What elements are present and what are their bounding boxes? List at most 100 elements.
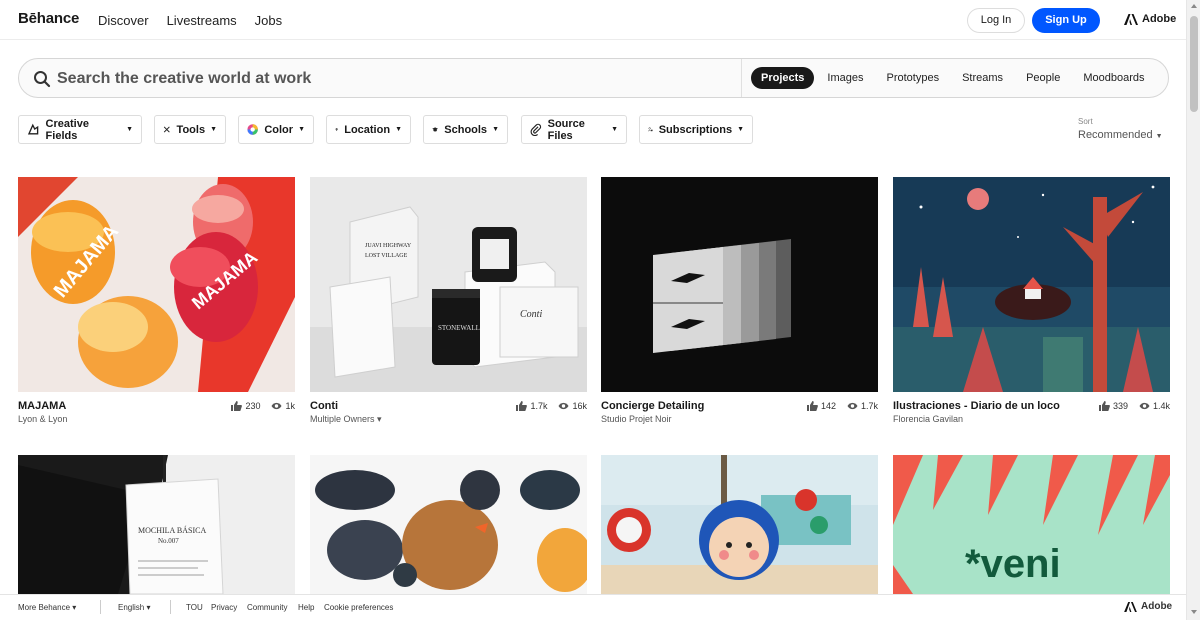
footer-adobe-link[interactable]: Adobe	[1124, 601, 1172, 612]
creative-fields-icon	[27, 123, 39, 135]
footer-bar: More Behance ▾ English ▾ TOU Privacy Com…	[0, 594, 1186, 620]
footer-divider	[170, 600, 171, 614]
tab-streams[interactable]: Streams	[952, 67, 1013, 89]
filter-label: Source Files	[547, 117, 585, 142]
project-card[interactable]	[310, 455, 587, 594]
svg-text:JUAVI HIGHWAY: JUAVI HIGHWAY	[365, 243, 412, 249]
adobe-icon	[1124, 13, 1138, 25]
view-count: 16k	[572, 401, 587, 411]
project-meta: MAJAMA Lyon & Lyon 230 1k	[18, 392, 295, 424]
adobe-link[interactable]: Adobe	[1124, 13, 1176, 25]
like-count: 1.7k	[530, 401, 548, 411]
footer-link-community[interactable]: Community	[247, 603, 287, 612]
eye-icon	[558, 402, 569, 410]
chevron-down-icon: ▼	[298, 126, 305, 133]
project-card[interactable]: Ilustraciones - Diario de un loco Floren…	[893, 177, 1170, 424]
scroll-down-icon[interactable]	[1191, 610, 1197, 614]
page-scrollbar[interactable]	[1186, 0, 1200, 620]
project-title[interactable]: Concierge Detailing	[601, 400, 704, 412]
filter-label: Tools	[176, 123, 206, 136]
filter-creative-fields[interactable]: Creative Fields ▼	[18, 115, 142, 144]
project-owner[interactable]: Florencia Gavilan	[893, 414, 963, 424]
sort-value: Recommended	[1078, 129, 1153, 141]
search-divider	[741, 59, 742, 97]
language-selector[interactable]: English ▾	[118, 603, 150, 612]
project-meta: Conti Multiple Owners ▾ 1.7k 16k	[310, 392, 587, 425]
search-tabs: Projects Images Prototypes Streams Peopl…	[751, 67, 1157, 89]
project-card[interactable]	[601, 455, 878, 594]
sort-dropdown[interactable]: Recommended ▼	[1078, 129, 1163, 141]
project-card[interactable]: Concierge Detailing Studio Projet Noir 1…	[601, 177, 878, 424]
project-stats: 1.7k 16k	[508, 401, 587, 411]
tab-moodboards[interactable]: Moodboards	[1073, 67, 1154, 89]
project-title[interactable]: MAJAMA	[18, 400, 66, 412]
tab-prototypes[interactable]: Prototypes	[877, 67, 950, 89]
filter-location[interactable]: Location ▼	[326, 115, 411, 144]
like-count: 142	[820, 401, 836, 411]
project-thumbnail[interactable]	[893, 177, 1170, 392]
footer-link-privacy[interactable]: Privacy	[211, 603, 237, 612]
adobe-label: Adobe	[1142, 13, 1177, 25]
chevron-down-icon: ▼	[126, 126, 133, 133]
project-thumbnail[interactable]: STONEWALL JUAVI HIGHWAY LOST VILLAGE Con…	[310, 177, 587, 392]
location-pin-icon	[335, 128, 338, 131]
project-thumbnail[interactable]	[601, 455, 878, 594]
project-title[interactable]: Conti	[310, 400, 338, 412]
project-card[interactable]: *veni	[893, 455, 1170, 594]
search-bar[interactable]: Search the creative world at work Projec…	[18, 58, 1169, 98]
scroll-up-icon[interactable]	[1191, 4, 1197, 8]
filter-label: Subscriptions	[658, 123, 733, 136]
footer-adobe-label: Adobe	[1141, 601, 1173, 612]
filter-source-files[interactable]: Source Files ▼	[521, 115, 627, 144]
search-input[interactable]: Search the creative world at work	[57, 70, 311, 88]
footer-link-cookie-preferences[interactable]: Cookie preferences	[324, 603, 393, 612]
footer-link-help[interactable]: Help	[298, 603, 314, 612]
project-thumbnail[interactable]: MAJAMA MAJAMA	[18, 177, 295, 392]
more-behance-link[interactable]: More Behance ▾	[18, 603, 76, 612]
filter-label: Schools	[444, 123, 488, 136]
nav-discover[interactable]: Discover	[98, 13, 149, 28]
filter-schools[interactable]: Schools ▼	[423, 115, 508, 144]
project-stats: 142 1.7k	[799, 401, 878, 411]
stonewall-label: STONEWALL	[438, 324, 480, 332]
project-thumbnail[interactable]	[310, 455, 587, 594]
graduation-cap-icon	[432, 127, 439, 132]
login-button[interactable]: Log In	[967, 8, 1025, 33]
nav-livestreams[interactable]: Livestreams	[167, 13, 237, 28]
like-count: 339	[1112, 401, 1128, 411]
chevron-down-icon: ▼	[210, 126, 217, 133]
tab-projects[interactable]: Projects	[751, 67, 815, 89]
tab-people[interactable]: People	[1016, 67, 1070, 89]
filter-subscriptions[interactable]: Subscriptions ▼	[639, 115, 753, 144]
chevron-down-icon: ▼	[737, 126, 744, 133]
footer-link-tou[interactable]: TOU	[186, 603, 203, 612]
behance-logo[interactable]: Bēhance	[18, 10, 79, 27]
tab-images[interactable]: Images	[817, 67, 873, 89]
nav-jobs[interactable]: Jobs	[255, 13, 282, 28]
project-card[interactable]: MAJAMA MAJAMA MAJAMA Lyon & Lyon 230 1k	[18, 177, 295, 424]
user-lock-icon	[648, 127, 653, 132]
project-owner[interactable]: Multiple Owners ▾	[310, 414, 382, 425]
filter-tools[interactable]: Tools ▼	[154, 115, 226, 144]
project-stats: 230 1k	[223, 401, 295, 411]
project-thumbnail[interactable]	[601, 177, 878, 392]
mochila-label: MOCHILA BÁSICA	[138, 525, 206, 535]
color-wheel-icon	[247, 124, 258, 135]
veni-logo-text: *veni	[965, 542, 1061, 586]
project-title[interactable]: Ilustraciones - Diario de un loco	[893, 400, 1060, 412]
project-owner[interactable]: Lyon & Lyon	[18, 414, 67, 424]
eye-icon	[847, 402, 858, 410]
project-meta: Concierge Detailing Studio Projet Noir 1…	[601, 392, 878, 424]
adobe-icon	[1124, 601, 1137, 612]
chevron-down-icon: ▼	[611, 126, 618, 133]
project-card[interactable]: STONEWALL JUAVI HIGHWAY LOST VILLAGE Con…	[310, 177, 587, 425]
filter-color[interactable]: Color ▼	[238, 115, 314, 144]
filter-label: Color	[264, 123, 294, 136]
scrollbar-thumb[interactable]	[1190, 16, 1198, 112]
tools-icon	[163, 126, 170, 133]
project-thumbnail[interactable]: *veni	[893, 455, 1170, 594]
signup-button[interactable]: Sign Up	[1032, 8, 1100, 33]
project-thumbnail[interactable]: MOCHILA BÁSICA No.007	[18, 455, 295, 594]
project-card[interactable]: MOCHILA BÁSICA No.007	[18, 455, 295, 594]
project-owner[interactable]: Studio Projet Noir	[601, 414, 672, 424]
